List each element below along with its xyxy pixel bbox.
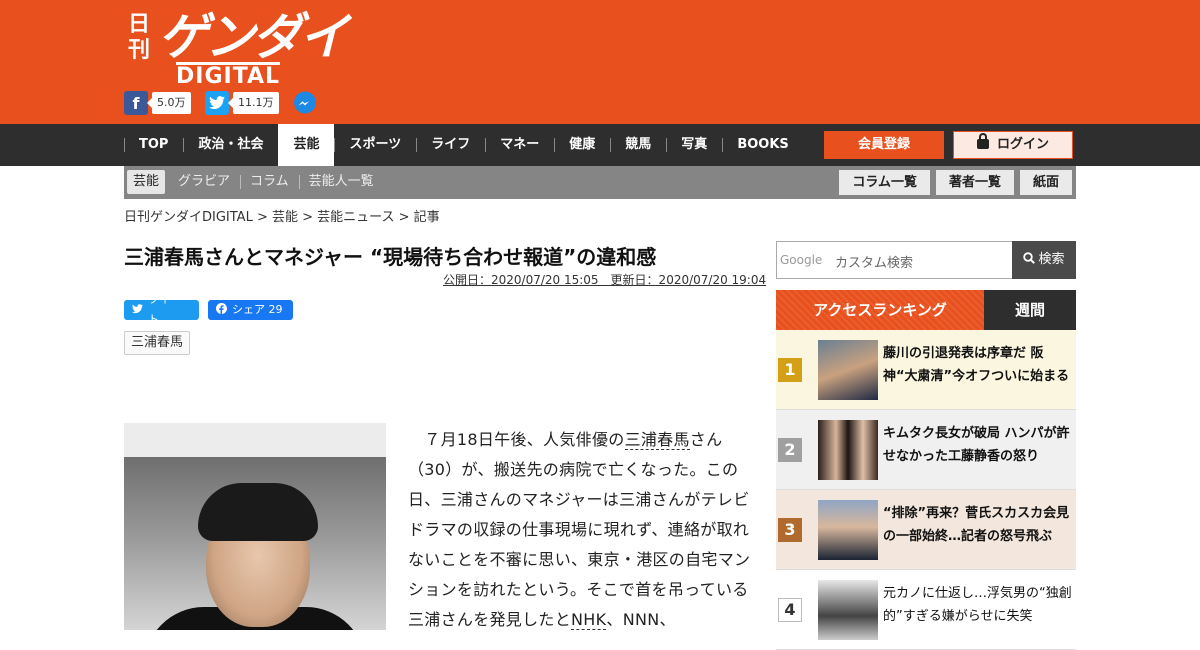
nav-item-top[interactable]: TOP [124, 124, 183, 166]
ranking-thumbnail [818, 420, 878, 480]
facebook-icon [216, 300, 227, 320]
share-label: シェア 29 [232, 303, 283, 316]
main-nav: TOP 政治・社会 芸能 スポーツ ライフ マネー 健康 競馬 写真 BOOKS… [0, 124, 1200, 166]
messenger-share[interactable] [293, 91, 317, 115]
ranking-header: アクセスランキング 週間 [776, 290, 1076, 330]
ranking-headline: キムタク長女が破局 ハンパが許せなかった工藤静香の怒り [883, 426, 1070, 464]
nav-item-entertainment[interactable]: 芸能 [278, 124, 335, 166]
breadcrumb[interactable]: 日刊ゲンダイDIGITAL > 芸能 > 芸能ニュース > 記事 [124, 206, 440, 225]
ranking-thumbnail [818, 500, 878, 560]
ranking-headline: 元カノに仕返し…浮気男の“独創的”すぎる嫌がらせに失笑 [883, 586, 1072, 624]
nav-item-keiba[interactable]: 競馬 [610, 124, 666, 166]
person-link[interactable]: 三浦春馬 [624, 430, 690, 450]
ranking-item[interactable]: 1 藤川の引退発表は序章だ 阪神“大粛清”今オフついに始まる [776, 330, 1076, 410]
subnav-item-celebrity-list[interactable]: 芸能人一覧 [298, 170, 384, 194]
rank-number: 1 [778, 358, 802, 382]
article-tag[interactable]: 三浦春馬 [124, 331, 191, 355]
subnav-item-entertainment[interactable]: 芸能 [127, 170, 166, 194]
ranking-thumbnail [818, 580, 878, 640]
register-button[interactable]: 会員登録 [824, 131, 944, 159]
google-label: Google [780, 253, 823, 267]
nav-item-politics[interactable]: 政治・社会 [183, 124, 278, 166]
ranking-item[interactable]: 2 キムタク長女が破局 ハンパが許せなかった工藤静香の怒り [776, 410, 1076, 490]
facebook-icon: f [124, 91, 148, 115]
article-title: 三浦春馬さんとマネジャー “現場待ち合わせ報道”の違和感 [124, 245, 657, 269]
tweet-label: ツイート [148, 293, 181, 326]
twitter-icon [132, 300, 143, 320]
paper-button[interactable]: 紙面 [1019, 170, 1072, 195]
facebook-share[interactable]: f 5.0万 [124, 91, 191, 115]
ranking-tab-weekly[interactable]: 週間 [984, 290, 1076, 330]
nhk-link[interactable]: NHK [571, 610, 607, 630]
twitter-count: 11.1万 [228, 92, 279, 114]
search-input[interactable]: カスタム検索 [835, 252, 913, 271]
nav-item-health[interactable]: 健康 [554, 124, 610, 166]
logo-sub: DIGITAL [176, 62, 281, 89]
subnav-item-column[interactable]: コラム [240, 170, 299, 194]
nav-item-photo[interactable]: 写真 [666, 124, 722, 166]
ranking-title: アクセスランキング [776, 290, 984, 330]
login-label: ログイン [996, 137, 1049, 152]
sub-nav: 芸能 グラビア コラム 芸能人一覧 コラム一覧 著者一覧 紙面 [124, 166, 1076, 199]
article-body: ７月18日午後、人気俳優の三浦春馬さん（30）が、搬送先の病院で亡くなった。この… [408, 430, 751, 630]
subnav-item-gravure[interactable]: グラビア [168, 170, 240, 194]
logo-brand: ゲンダイ [158, 8, 349, 66]
login-button[interactable]: ログイン [953, 131, 1073, 159]
tweet-button[interactable]: ツイート [124, 293, 199, 326]
ranking-thumbnail [818, 340, 878, 400]
nav-item-books[interactable]: BOOKS [722, 124, 803, 166]
nav-item-money[interactable]: マネー [485, 124, 554, 166]
facebook-share-button[interactable]: シェア 29 [208, 300, 293, 320]
rank-number: 4 [778, 598, 802, 622]
nav-items: TOP 政治・社会 芸能 スポーツ ライフ マネー 健康 競馬 写真 BOOKS [124, 124, 804, 166]
logo-kanji: 日刊 [127, 12, 150, 63]
site-header: 日刊 ゲンダイ DIGITAL f 5.0万 11.1万 [0, 0, 1200, 124]
rank-number: 3 [778, 518, 802, 542]
twitter-icon [205, 91, 229, 115]
search-box: Google カスタム検索 検索 [776, 241, 1076, 279]
nav-item-sports[interactable]: スポーツ [334, 124, 416, 166]
messenger-icon [294, 91, 316, 114]
site-logo[interactable]: 日刊 ゲンダイ DIGITAL [126, 8, 349, 89]
author-list-button[interactable]: 著者一覧 [935, 170, 1014, 195]
article-photo [124, 423, 386, 630]
lock-icon [976, 133, 989, 149]
facebook-count: 5.0万 [147, 92, 191, 114]
column-list-button[interactable]: コラム一覧 [839, 170, 930, 195]
nav-item-life[interactable]: ライフ [416, 124, 485, 166]
search-icon [1023, 252, 1036, 264]
article-dates: 公開日：2020/07/20 15:05 更新日：2020/07/20 19:0… [443, 273, 767, 287]
ranking-item[interactable]: 3 “排除”再来？菅氏スカスカ会見の一部始終…記者の怒号飛ぶ [776, 490, 1076, 570]
rank-number: 2 [778, 438, 802, 462]
search-button-label: 検索 [1038, 252, 1065, 267]
ranking-headline: “排除”再来？菅氏スカスカ会見の一部始終…記者の怒号飛ぶ [883, 506, 1070, 544]
ranking-item[interactable]: 4 元カノに仕返し…浮気男の“独創的”すぎる嫌がらせに失笑 [776, 570, 1076, 650]
twitter-share[interactable]: 11.1万 [205, 91, 279, 115]
ranking-headline: 藤川の引退発表は序章だ 阪神“大粛清”今オフついに始まる [883, 346, 1070, 384]
search-button[interactable]: 検索 [1012, 241, 1076, 279]
